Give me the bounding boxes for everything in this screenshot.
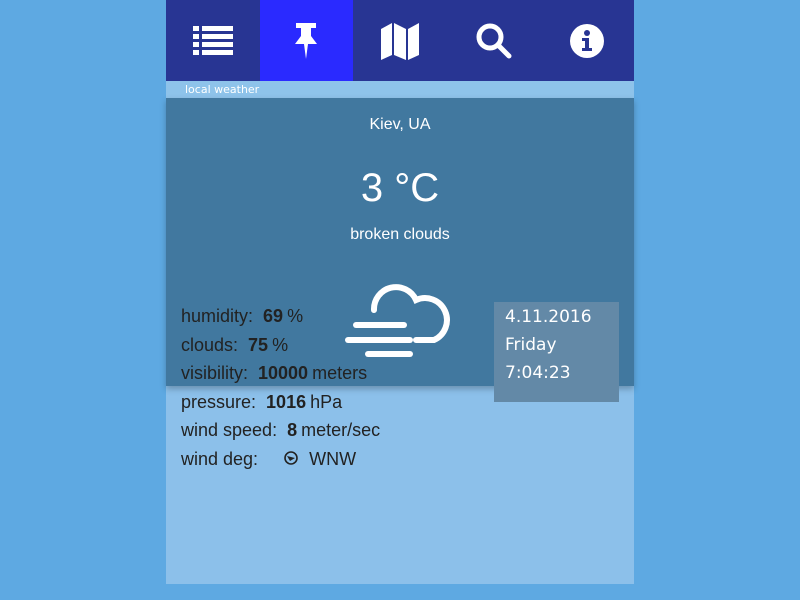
city-name: Kiev, UA xyxy=(369,116,431,133)
weather-app: local weather Kiev, UA 3 °C broken cloud… xyxy=(166,0,634,584)
label: wind speed: xyxy=(181,420,278,440)
label: clouds: xyxy=(181,334,239,355)
value: 69 xyxy=(263,306,284,326)
weekday: Friday xyxy=(505,335,557,355)
unit: hPa xyxy=(310,391,343,412)
label: pressure: xyxy=(181,391,257,412)
nav-bar xyxy=(166,0,634,81)
list-icon xyxy=(192,25,233,55)
wind-direction: WNW xyxy=(309,448,357,469)
nav-info-button[interactable] xyxy=(540,0,634,81)
label: humidity: xyxy=(181,306,254,326)
date: 4.11.2016 xyxy=(505,307,592,327)
label: wind deg: xyxy=(181,448,259,469)
pressure-row: pressure: 1016 hPa xyxy=(181,388,380,417)
unit: meter/sec xyxy=(301,420,381,440)
time: 7:04:23 xyxy=(505,363,571,383)
value: 8 xyxy=(287,420,298,440)
weather-details: humidity: 69% clouds: 75% visibility: 10000… xyxy=(181,302,380,473)
unit: % xyxy=(287,306,304,326)
wind-speed-row: wind speed: 8 meter/sec xyxy=(181,416,380,445)
nav-map-button[interactable] xyxy=(353,0,447,81)
unit: meters xyxy=(312,363,368,383)
map-icon xyxy=(380,22,419,60)
section-label: local weather xyxy=(166,81,634,98)
datetime-box: 4.11.2016 Friday 7:04:23 xyxy=(494,302,619,402)
unit: % xyxy=(272,334,289,355)
pushpin-icon xyxy=(295,22,318,59)
wind-direction-icon xyxy=(284,450,298,465)
search-icon xyxy=(476,23,512,58)
humidity-row: humidity: 69% xyxy=(181,302,380,331)
nav-list-button[interactable] xyxy=(166,0,260,81)
value: 10000 xyxy=(258,363,309,383)
value: 75 xyxy=(248,334,269,355)
label: visibility: xyxy=(181,363,249,383)
visibility-row: visibility: 10000 meters xyxy=(181,359,380,388)
clouds-row: clouds: 75% xyxy=(181,331,380,360)
nav-local-weather-button[interactable] xyxy=(259,0,354,81)
wind-deg-row: wind deg: WNW xyxy=(181,445,380,474)
nav-search-button[interactable] xyxy=(447,0,541,81)
temperature: 3 °C xyxy=(360,166,440,210)
value: 1016 xyxy=(266,391,307,412)
info-icon xyxy=(570,23,605,58)
weather-description: broken clouds xyxy=(350,226,450,243)
